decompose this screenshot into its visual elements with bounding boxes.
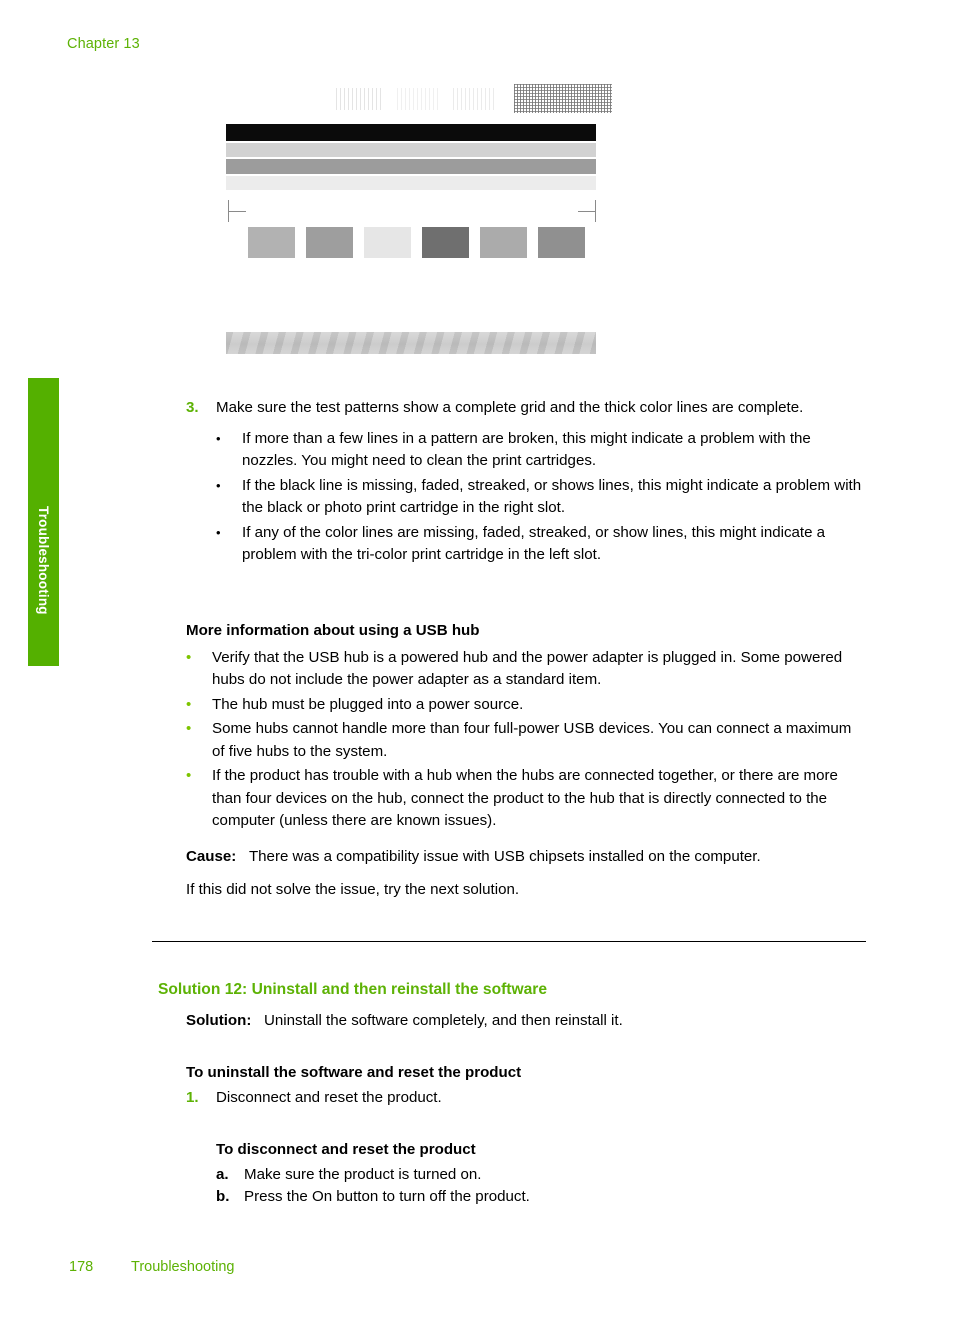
substep-b-marker: b. [216,1188,230,1205]
color-swatch-2 [306,227,353,258]
nozzle-pattern-block-3 [453,88,497,110]
step-3-item: 3. Make sure the test patterns show a co… [186,397,868,420]
bullet-icon: • [186,648,192,666]
nozzle-pattern-block-1 [336,88,382,110]
solution-12-solution-line: Solution: Uninstall the software complet… [186,1010,868,1033]
step-3-text: Make sure the test patterns show a compl… [216,399,804,416]
color-swatch-6 [538,227,585,258]
uninstall-procedure-block: To uninstall the software and reset the … [186,1062,868,1109]
test-bar-medium-gray [226,159,596,174]
step-3-bullet-list: • If more than a few lines in a pattern … [216,428,868,567]
test-bar-light-gray [226,143,596,157]
list-item: • If any of the color lines are missing,… [216,522,868,567]
cause-followup: If this did not solve the issue, try the… [186,880,520,898]
list-item: • The hub must be plugged into a power s… [186,694,868,717]
test-bar-black [226,124,596,141]
bullet-text: If the black line is missing, faded, str… [242,476,862,517]
bullet-icon: • [186,695,192,713]
bullet-text: If the product has trouble with a hub wh… [212,767,838,829]
substep-a-marker: a. [216,1165,229,1183]
solution-12-heading: Solution 12: Uninstall and then reinstal… [158,981,548,998]
crop-mark-right-icon [578,200,596,222]
solution-label: Solution: [186,1012,252,1029]
cause-block: Cause: There was a compatibility issue w… [186,846,868,901]
bullet-text: The hub must be plugged into a power sou… [212,695,524,713]
cause-label: Cause: [186,848,237,865]
substep-a-text: Make sure the product is turned on. [244,1165,482,1183]
bullet-icon: • [216,430,221,446]
usb-hub-bullet-list: • Verify that the USB hub is a powered h… [186,647,868,833]
step-1-item: 1. Disconnect and reset the product. [186,1087,868,1110]
color-swatch-5 [480,227,527,258]
bullet-icon: • [216,477,221,493]
printer-self-test-figure [226,84,612,362]
substep-b-text: Press the On button to turn off the prod… [244,1188,530,1205]
substep-a-item: a. Make sure the product is turned on. [216,1164,868,1187]
bullet-icon: • [186,720,192,737]
substep-b-item: b. Press the On button to turn off the p… [216,1186,868,1209]
color-swatch-3 [364,227,411,258]
bullet-icon: • [216,524,221,540]
test-bar-very-light-gray [226,176,596,190]
list-item: • If the product has trouble with a hub … [186,765,868,833]
footer-page-number: 178 [69,1259,94,1275]
nozzle-pattern-block-2 [397,88,439,110]
list-item: • If more than a few lines in a pattern … [216,428,868,473]
list-item: • If the black line is missing, faded, s… [216,475,868,520]
step-3-marker: 3. [186,399,199,416]
solution-text: Uninstall the software completely, and t… [263,1012,623,1029]
gradient-test-band [226,332,596,354]
usb-hub-heading: More information about using a USB hub [186,622,480,639]
bullet-text: If more than a few lines in a pattern ar… [242,429,811,470]
cause-line: Cause: There was a compatibility issue w… [186,846,868,869]
step-1-text: Disconnect and reset the product. [216,1088,442,1106]
usb-hub-block: More information about using a USB hub •… [186,620,868,835]
disconnect-procedure-block: To disconnect and reset the product a. M… [216,1139,868,1209]
color-swatch-1 [248,227,295,258]
color-swatch-4 [422,227,469,258]
crop-mark-left-icon [228,200,246,222]
bullet-icon: • [186,767,192,784]
bullet-text: Verify that the USB hub is a powered hub… [212,648,843,689]
uninstall-procedure-heading: To uninstall the software and reset the … [186,1064,522,1081]
nozzle-grid-block [514,84,612,113]
bullet-text: If any of the color lines are missing, f… [242,523,826,564]
step-1-marker: 1. [186,1088,199,1106]
footer-section-label: Troubleshooting [131,1259,235,1275]
nozzle-test-row [336,84,612,113]
section-divider [152,941,866,942]
running-header-chapter: Chapter 13 [67,36,140,52]
list-item: • Some hubs cannot handle more than four… [186,718,868,763]
cause-text: There was a compatibility issue with USB… [248,848,761,865]
bullet-text: Some hubs cannot handle more than four f… [212,720,852,760]
side-tab-troubleshooting: Troubleshooting [28,378,59,666]
side-tab-label: Troubleshooting [36,506,51,615]
page-footer: 178 Troubleshooting [69,1259,234,1275]
list-item: • Verify that the USB hub is a powered h… [186,647,868,692]
disconnect-procedure-heading: To disconnect and reset the product [216,1141,476,1158]
step-3-block: 3. Make sure the test patterns show a co… [186,397,868,569]
